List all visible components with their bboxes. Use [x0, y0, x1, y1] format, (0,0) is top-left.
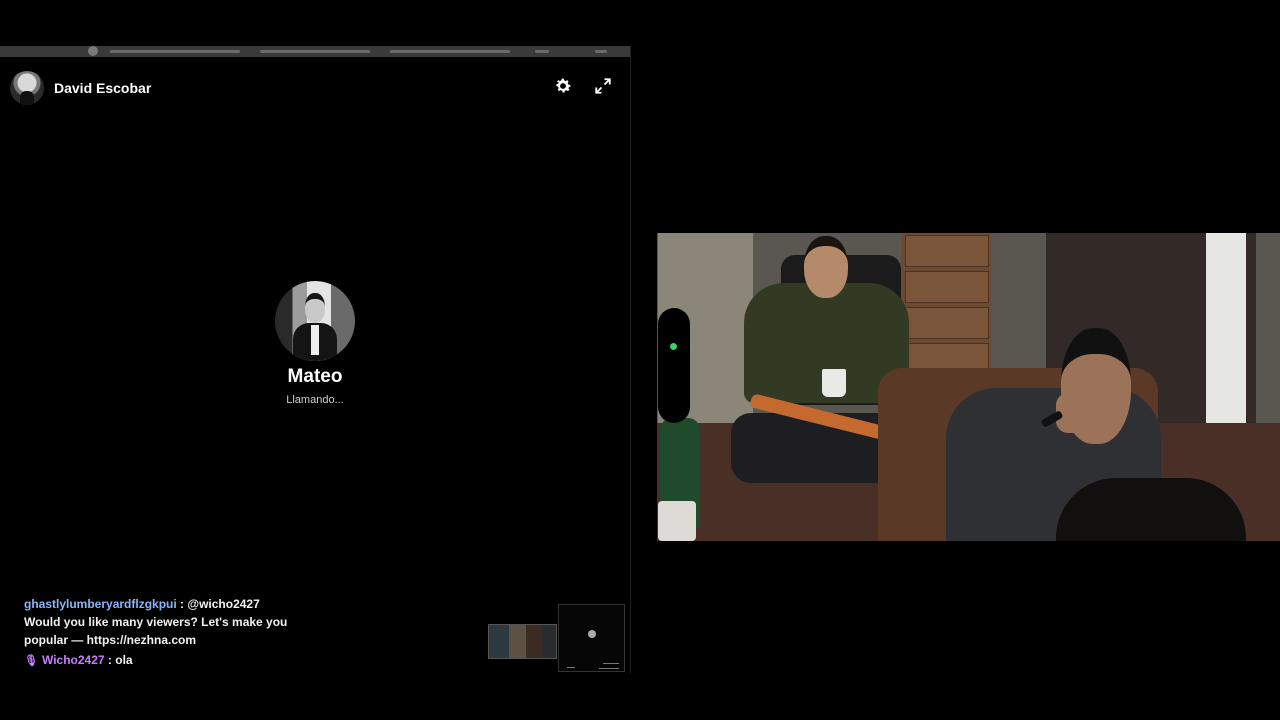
browser-strip [0, 46, 630, 57]
live-indicator [658, 308, 690, 423]
call-window: David Escobar Mateo Llamando... [0, 46, 631, 674]
chat-username[interactable]: Wicho2427 [42, 653, 105, 667]
chat-username[interactable]: ghastlylumberyardflzgkpui [24, 597, 177, 611]
callee-avatar [275, 281, 355, 361]
call-thumbnail[interactable] [558, 604, 625, 672]
gear-icon[interactable] [551, 74, 575, 98]
webcam-video [646, 233, 1280, 541]
callee-name: Mateo [287, 366, 343, 387]
chat-message: 🎙 Wicho2427 : ola [24, 651, 294, 670]
chat-text: : ola [107, 653, 133, 667]
stream-chat: ghastlylumberyardflzgkpui : @wicho2427 W… [24, 595, 294, 670]
chat-message: ghastlylumberyardflzgkpui : @wicho2427 W… [24, 595, 294, 649]
status-dot [670, 343, 677, 350]
call-status: Llamando... [286, 394, 344, 406]
microphone-icon: 🎙 [24, 655, 38, 667]
caller-avatar [10, 71, 44, 105]
caller-name: David Escobar [54, 80, 152, 96]
expand-icon[interactable] [591, 74, 615, 98]
video-thumbnail[interactable] [488, 624, 557, 659]
